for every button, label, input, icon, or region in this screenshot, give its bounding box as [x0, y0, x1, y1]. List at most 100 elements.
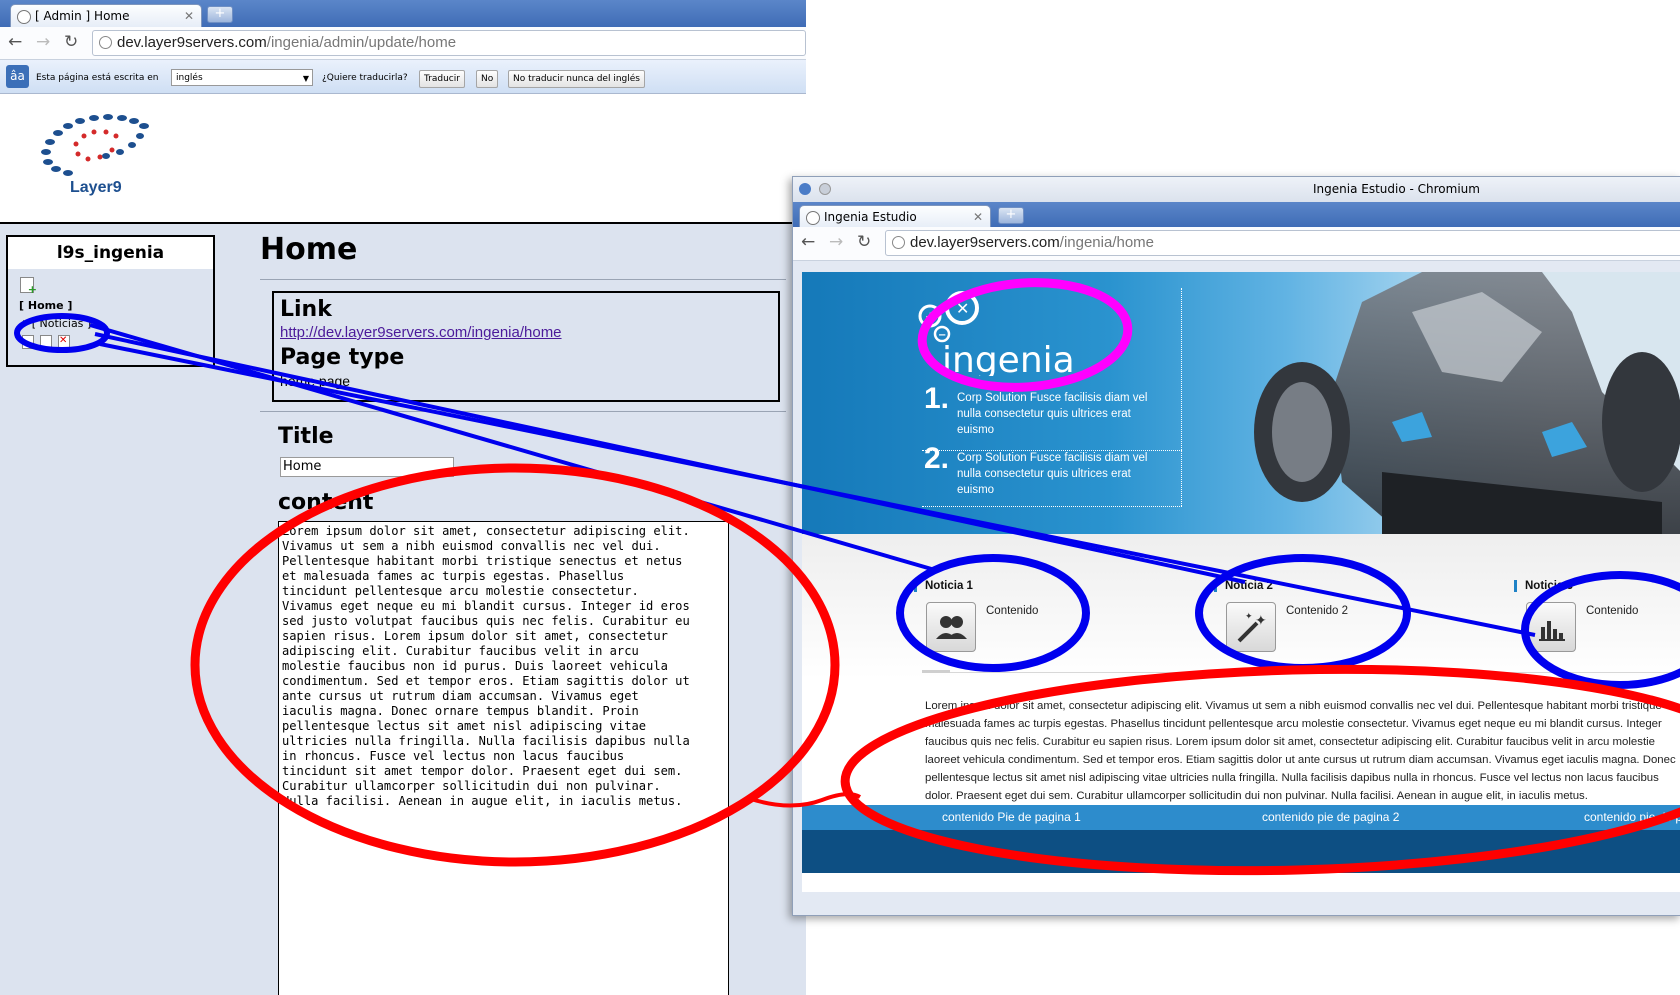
news-content: Contenido: [986, 605, 1039, 617]
new-tab-button[interactable]: +: [998, 207, 1024, 224]
step-number: 1.: [924, 382, 950, 415]
logo-text: Layer9: [70, 179, 122, 196]
url-path: /ingenia/home: [1059, 234, 1155, 251]
tree-item-noticias-label: [ Noticias ]: [31, 317, 92, 330]
news-title[interactable]: Noticia 1: [925, 580, 973, 592]
race-car-image: [1254, 272, 1680, 534]
page-info-box: Link http://dev.layer9servers.com/ingeni…: [272, 291, 780, 402]
ingenia-logo: ✕ + − ingenia: [918, 291, 1072, 376]
add-child-icon[interactable]: [22, 335, 34, 349]
no-button[interactable]: No: [476, 70, 499, 88]
news-content: Contenido: [1586, 605, 1639, 617]
svg-text:✦: ✦: [1255, 613, 1267, 629]
content-label: content: [278, 490, 374, 515]
hero-banner: ✕ + − ingenia 1. Corp Solution Fusce fac…: [802, 272, 1680, 534]
footer-item: contenido Pie de pagina 1: [942, 810, 1081, 824]
site-name: l9s_ingenia: [8, 237, 213, 269]
url-path: /ingenia/admin/update/home: [266, 34, 457, 51]
expand-icon[interactable]: +: [19, 317, 28, 330]
step-number: 2.: [924, 442, 950, 475]
close-icon[interactable]: ✕: [973, 206, 983, 228]
site-toolbar: ← → ↻ dev.layer9servers.com/ingenia/home: [793, 227, 1680, 261]
step-text: Corp Solution Fusce facilisis diam vel n…: [957, 392, 1148, 436]
never-translate-button[interactable]: No traducir nunca del inglés: [508, 70, 645, 88]
news-marker: [914, 580, 917, 592]
forward-icon[interactable]: →: [36, 32, 50, 52]
admin-tab[interactable]: [ Admin ] Home ✕: [10, 4, 202, 27]
news-marker: [1214, 580, 1217, 592]
edit-page-icon[interactable]: [40, 335, 52, 349]
title-input[interactable]: Home: [280, 457, 454, 477]
separator: [922, 506, 1182, 508]
page-info-icon: [892, 236, 905, 249]
magic-wand-icon: ✦ ✦: [1226, 602, 1276, 652]
title-label: Title: [278, 424, 334, 449]
page-link[interactable]: http://dev.layer9servers.com/ingenia/hom…: [280, 324, 562, 341]
news-title[interactable]: Noticia 3: [1525, 580, 1573, 592]
delete-page-icon[interactable]: ✕: [58, 335, 70, 349]
svg-text:✕: ✕: [956, 299, 969, 318]
tree-item-home[interactable]: [ Home ]: [19, 299, 72, 312]
page-type-value: home page: [280, 373, 351, 389]
page-title: Home: [260, 232, 358, 267]
tree-item-noticias[interactable]: + [ Noticias ]: [19, 317, 91, 330]
language-select-value: inglés: [176, 73, 203, 83]
window-title: Ingenia Estudio - Chromium: [1313, 182, 1480, 196]
translate-prefix: Esta página está escrita en: [36, 73, 159, 83]
body-line: laoreet vehicula condimentum. Sed et tem…: [925, 754, 1676, 766]
admin-header: Layer9: [0, 94, 806, 224]
divider: [260, 411, 786, 412]
language-select[interactable]: inglés ▼: [171, 69, 313, 86]
window-menu-icon[interactable]: [819, 183, 831, 195]
site-tree-panel: l9s_ingenia + [ Home ] + [ Noticias ] ✕: [6, 235, 215, 367]
back-icon[interactable]: ←: [801, 232, 815, 252]
divider: [922, 672, 1680, 673]
globe-icon: [806, 211, 820, 225]
site-browser-window: Ingenia Estudio - Chromium Ingenia Estud…: [792, 176, 1680, 916]
window-titlebar: Ingenia Estudio - Chromium: [793, 177, 1680, 202]
site-tab[interactable]: Ingenia Estudio ✕: [799, 205, 991, 228]
url-host: dev.layer9servers.com: [117, 34, 267, 51]
admin-tab-strip: [ Admin ] Home ✕ +: [0, 0, 806, 27]
address-bar[interactable]: dev.layer9servers.com/ingenia/admin/upda…: [92, 30, 806, 56]
footer-item: contenido pie de pagina 2: [1262, 810, 1400, 824]
footer-bar: contenido Pie de pagina 1 contenido pie …: [802, 805, 1680, 830]
chromium-icon: [799, 183, 811, 195]
close-icon[interactable]: ✕: [184, 5, 194, 27]
news-section: Noticia 1 Contenido Noticia 2 ✦ ✦ Conteni…: [802, 534, 1680, 679]
body-line: malesuada fames ac turpis egestas. Phase…: [925, 718, 1662, 730]
svg-text:✦: ✦: [1245, 612, 1253, 622]
globe-icon: [17, 10, 31, 24]
content-textarea[interactable]: Lorem ipsum dolor sit amet, consectetur …: [278, 521, 729, 995]
translate-question: ¿Quiere traducirla?: [322, 73, 408, 83]
home-body-text: Lorem ipsum dolor sit amet, consectetur …: [925, 697, 1680, 805]
forward-icon[interactable]: →: [829, 232, 843, 252]
address-bar[interactable]: dev.layer9servers.com/ingenia/home: [885, 230, 1680, 256]
new-tab-button[interactable]: +: [207, 6, 233, 23]
news-title[interactable]: Noticia 2: [1225, 580, 1273, 592]
link-label: Link: [280, 297, 332, 322]
translate-button[interactable]: Traducir: [419, 70, 465, 88]
news-content: Contenido 2: [1286, 605, 1349, 617]
bar-chart-icon: [1526, 602, 1576, 652]
admin-toolbar: ← → ↻ dev.layer9servers.com/ingenia/admi…: [0, 27, 806, 60]
footer-item: contenido pie de pagina 3: [1584, 810, 1680, 824]
back-icon[interactable]: ←: [8, 32, 22, 52]
page-info-icon: [99, 36, 112, 49]
translate-bar: âa Esta página está escrita en inglés ▼ …: [0, 60, 806, 94]
body-line: Lorem ipsum dolor sit amet, consectetur …: [925, 700, 1662, 712]
page-type-label: Page type: [280, 345, 405, 370]
reload-icon[interactable]: ↻: [857, 232, 871, 252]
reload-icon[interactable]: ↻: [64, 32, 78, 52]
users-icon: [926, 602, 976, 652]
layer9-logo: Layer9: [41, 114, 149, 196]
new-page-icon[interactable]: +: [20, 277, 37, 296]
admin-tab-title: [ Admin ] Home: [35, 9, 130, 23]
svg-text:+: +: [925, 310, 936, 325]
step-text: Corp Solution Fusce facilisis diam vel n…: [957, 452, 1148, 496]
separator: [1181, 288, 1183, 506]
divider-accent: [922, 670, 950, 673]
divider: [260, 279, 786, 280]
news-marker: [1514, 580, 1517, 592]
translate-icon: âa: [6, 65, 29, 88]
